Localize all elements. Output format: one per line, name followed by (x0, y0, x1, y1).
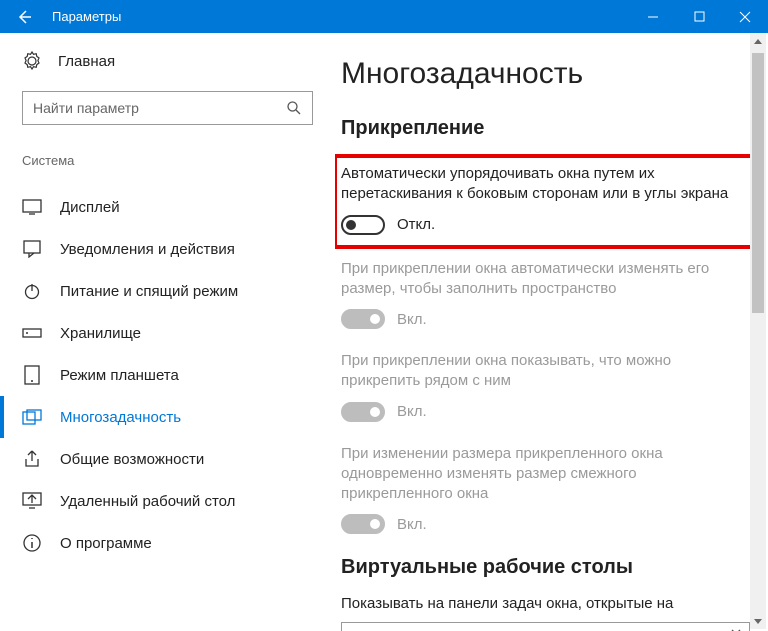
sidebar-item-label: Удаленный рабочий стол (60, 493, 235, 510)
toggle-snap-suggest (341, 402, 385, 422)
sidebar-item-power[interactable]: Питание и спящий режим (0, 270, 335, 312)
sidebar-item-label: Питание и спящий режим (60, 283, 238, 300)
toggle-state: Вкл. (397, 311, 427, 328)
virtual-heading: Виртуальные рабочие столы (341, 556, 750, 579)
notifications-icon (22, 239, 42, 259)
maximize-button[interactable] (676, 0, 722, 33)
content-area: Многозадачность Прикрепление Автоматичес… (335, 33, 768, 631)
sidebar-item-display[interactable]: Дисплей (0, 186, 335, 228)
back-button[interactable] (0, 0, 48, 33)
scroll-up-icon[interactable] (750, 33, 766, 49)
home-link[interactable]: Главная (22, 51, 313, 71)
scroll-down-icon[interactable] (750, 613, 766, 629)
sidebar-item-tablet[interactable]: Режим планшета (0, 354, 335, 396)
power-icon (22, 281, 42, 301)
sidebar-item-label: Дисплей (60, 199, 120, 216)
setting-label: При изменении размера прикрепленного окн… (341, 444, 750, 505)
remote-icon (22, 491, 42, 511)
sidebar-item-remote[interactable]: Удаленный рабочий стол (0, 480, 335, 522)
close-button[interactable] (722, 0, 768, 33)
setting-snap-windows: Автоматически упорядочивать окна путем и… (335, 156, 756, 247)
storage-icon (22, 323, 42, 343)
setting-resize-adjacent: При изменении размера прикрепленного окн… (341, 444, 750, 535)
window-controls (630, 0, 768, 33)
minimize-button[interactable] (630, 0, 676, 33)
maximize-icon (694, 11, 705, 22)
sidebar-item-label: Многозадачность (60, 409, 181, 426)
toggle-state: Вкл. (397, 403, 427, 420)
sidebar-item-label: Общие возможности (60, 451, 204, 468)
sidebar-item-shared[interactable]: Общие возможности (0, 438, 335, 480)
sidebar-item-label: Уведомления и действия (60, 241, 235, 258)
arrow-left-icon (16, 9, 32, 25)
minimize-icon (647, 11, 659, 23)
nav-list: Дисплей Уведомления и действия Питание и… (0, 186, 335, 564)
section-title: Система (22, 153, 313, 168)
sidebar-item-label: Хранилище (60, 325, 141, 342)
display-icon (22, 197, 42, 217)
sidebar: Главная Найти параметр Система Дисплей У… (0, 33, 335, 631)
setting-label: При прикреплении окна автоматически изме… (341, 259, 750, 300)
search-placeholder: Найти параметр (33, 100, 139, 116)
toggle-auto-resize (341, 309, 385, 329)
setting-label: Автоматически упорядочивать окна путем и… (341, 164, 750, 205)
window-title: Параметры (48, 9, 630, 24)
toggle-state: Откл. (397, 216, 435, 233)
titlebar: Параметры (0, 0, 768, 33)
search-input[interactable]: Найти параметр (22, 91, 313, 125)
toggle-snap-windows[interactable] (341, 215, 385, 235)
tablet-icon (22, 365, 42, 385)
setting-snap-suggest: При прикреплении окна показывать, что мо… (341, 351, 750, 422)
virtual-taskbar-label: Показывать на панели задач окна, открыты… (341, 595, 750, 612)
sidebar-item-notifications[interactable]: Уведомления и действия (0, 228, 335, 270)
page-title: Многозадачность (341, 57, 750, 91)
setting-label: При прикреплении окна показывать, что мо… (341, 351, 750, 392)
home-label: Главная (58, 53, 115, 70)
toggle-resize-adjacent (341, 514, 385, 534)
virtual-taskbar-dropdown[interactable] (341, 622, 750, 631)
sidebar-item-label: Режим планшета (60, 367, 179, 384)
gear-icon (22, 51, 42, 71)
search-icon (286, 100, 302, 116)
setting-auto-resize: При прикреплении окна автоматически изме… (341, 259, 750, 330)
info-icon (22, 533, 42, 553)
toggle-state: Вкл. (397, 516, 427, 533)
snap-heading: Прикрепление (341, 117, 750, 140)
multitasking-icon (22, 407, 42, 427)
shared-icon (22, 449, 42, 469)
sidebar-item-multitasking[interactable]: Многозадачность (0, 396, 335, 438)
scroll-thumb[interactable] (752, 53, 764, 313)
sidebar-item-about[interactable]: О программе (0, 522, 335, 564)
sidebar-item-storage[interactable]: Хранилище (0, 312, 335, 354)
sidebar-item-label: О программе (60, 535, 152, 552)
close-icon (739, 11, 751, 23)
scrollbar[interactable] (750, 33, 766, 629)
